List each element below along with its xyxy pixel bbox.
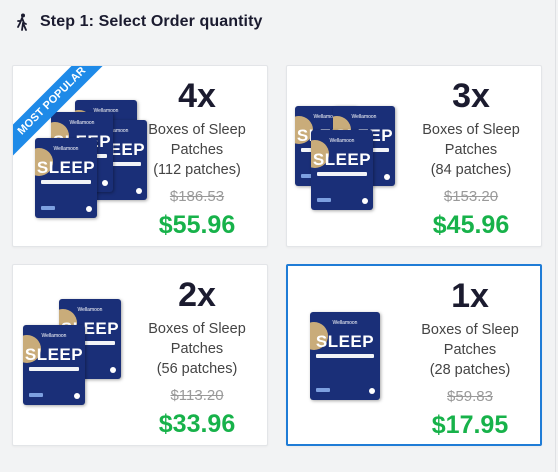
walking-person-icon xyxy=(14,13,32,31)
original-price: $153.20 xyxy=(443,188,499,205)
sale-price: $33.96 xyxy=(158,410,236,438)
product-image-3x: WellamoonSLEEP WellamoonSLEEP WellamoonS… xyxy=(287,66,417,246)
step-title: Step 1: Select Order quantity xyxy=(40,13,263,30)
option-card-1x[interactable]: Wellamoon SLEEP 1x Boxes of Sleep Patches(… xyxy=(286,264,542,446)
quantity-label: 4x xyxy=(178,77,216,115)
right-divider xyxy=(555,0,556,472)
quantity-label: 1x xyxy=(451,277,489,315)
description: Boxes of Sleep Patches (112 patches) xyxy=(148,122,246,178)
step-header: Step 1: Select Order quantity xyxy=(14,10,263,34)
original-price: $186.53 xyxy=(169,188,225,205)
sale-price: $55.96 xyxy=(158,211,236,239)
sale-price: $45.96 xyxy=(432,211,510,239)
original-price: $113.20 xyxy=(170,387,224,404)
description: Boxes of Sleep Patches (84 patches) xyxy=(422,122,520,178)
quantity-label: 2x xyxy=(178,276,216,314)
description: Boxes of Sleep Patches (28 patches) xyxy=(421,322,519,378)
option-card-3x[interactable]: WellamoonSLEEP WellamoonSLEEP WellamoonS… xyxy=(286,65,542,247)
option-card-2x[interactable]: Wellamoon SLEEP Wellamoon SLEEP 2x Boxes o… xyxy=(12,264,268,446)
option-card-4x[interactable]: MOST POPULAR WellamoonSLEEP WellamoonSLE… xyxy=(12,65,268,247)
product-image-4x: WellamoonSLEEP WellamoonSLEEP WellamoonS… xyxy=(13,66,147,246)
quantity-label: 3x xyxy=(452,77,490,115)
description: Boxes of Sleep Patches (56 patches) xyxy=(148,321,246,377)
original-price: $59.83 xyxy=(447,388,493,405)
product-image-2x: Wellamoon SLEEP Wellamoon SLEEP xyxy=(13,265,143,445)
sale-price: $17.95 xyxy=(431,411,509,439)
product-image-1x: Wellamoon SLEEP xyxy=(288,266,418,444)
